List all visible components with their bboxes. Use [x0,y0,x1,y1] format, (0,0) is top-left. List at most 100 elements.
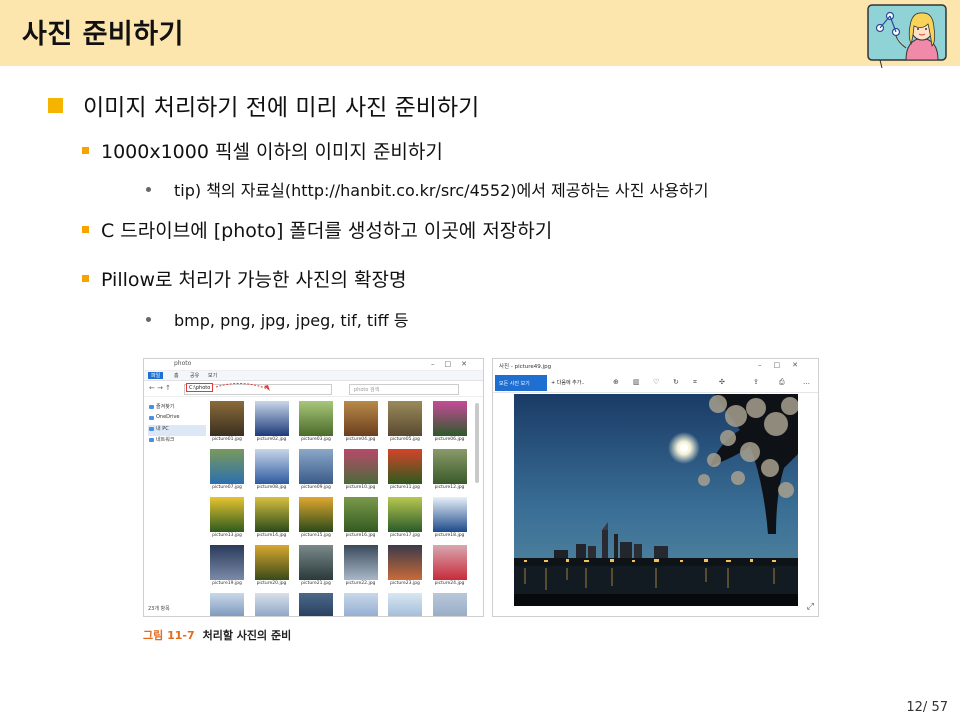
thumbnail-image [299,545,333,580]
bullet-text: tip) 책의 자료실(http://hanbit.co.kr/src/4552… [174,181,709,200]
thumbnail-image [299,497,333,532]
bullet-level2: C 드라이브에 [photo] 폴더를 생성하고 이곳에 저장하기 [82,216,552,243]
night-cityscape-photo [514,394,798,606]
thumbnail-image [388,497,422,532]
thumbnail-item: picture19.jpg [210,545,244,586]
thumbnail-image [343,449,378,484]
figure-caption: 그림 11-7 처리할 사진의 준비 [143,627,291,643]
thumbnail-filename: picture22.jpg [345,581,376,586]
explorer-address-row: ← → ↑ C:\photo photo 검색 [144,381,483,397]
thumbnail-item: picture14.jpg [254,497,289,538]
thumbnail-item [388,593,422,616]
thumbnail-filename: picture09.jpg [301,485,331,490]
thumbnail-item: picture10.jpg [343,449,378,490]
thumbnail-image [388,401,422,436]
thumbnail-item: picture05.jpg [388,401,422,442]
explorer-ribbon: 파일 홈 공유 보기 [144,371,483,381]
bullet-square-icon [82,275,89,282]
print-icon: ⎙ [779,378,785,386]
expand-icon: ⤢ [806,602,814,612]
bullet-level2: 1000x1000 픽셀 이하의 이미지 준비하기 [82,137,443,164]
delete-icon: ▥ [633,378,640,386]
thumbnail-image [432,497,467,532]
file-explorer-screenshot: photo –□✕ 파일 홈 공유 보기 ← → ↑ C:\photo phot… [143,358,484,617]
add-to-button: + 다음에 추가.. [551,380,585,386]
bullet-level2: Pillow로 처리가 가능한 사진의 확장명 [82,265,406,292]
sidebar-item-network: 네트워크 [148,436,206,447]
thumbnail-item: picture16.jpg [343,497,378,538]
thumbnail-item: picture09.jpg [299,449,333,490]
thumbnail-image [210,401,244,436]
search-box: photo 검색 [349,384,459,395]
thumbnail-item: picture06.jpg [432,401,467,442]
sidebar-item-this-pc: 내 PC [148,425,206,436]
slide-title: 사진 준비하기 [22,19,184,50]
thumbnail-filename: picture12.jpg [434,485,465,490]
explorer-title: photo [174,360,192,367]
explorer-sidebar: 즐겨찾기 OneDrive 내 PC 네트워크 [148,403,206,447]
address-path: C:\photo [186,383,214,392]
thumbnail-image [388,449,422,484]
bullet-level3: bmp, png, jpg, jpeg, tif, tiff 등 [146,307,408,331]
bullet-dot-icon [146,316,151,322]
thumbnail-item: picture18.jpg [432,497,467,538]
thumbnail-image [343,401,378,436]
thumbnail-image [432,449,467,484]
viewer-titlebar: 사진 - picture49.jpg –□✕ [493,359,818,374]
thumbnail-item [432,593,467,616]
thumbnail-filename: picture08.jpg [256,485,287,490]
thumbnail-filename: picture13.jpg [212,533,242,538]
nav-arrows-icon: ← → ↑ [149,384,172,392]
bullet-text: bmp, png, jpg, jpeg, tif, tiff 등 [174,311,409,330]
red-arrow-icon [215,383,270,391]
thumbnail-item: picture22.jpg [343,545,378,586]
crop-icon: ⌗ [693,378,697,386]
bullet-dot-icon [146,186,151,192]
thumbnail-item: picture11.jpg [388,449,422,490]
thumbnail-filename: picture14.jpg [256,533,287,538]
share-icon: ⇪ [753,378,759,386]
thumbnail-filename: picture24.jpg [434,581,465,586]
thumbnail-image [254,449,289,484]
viewer-title: 사진 - picture49.jpg [499,364,552,370]
thumbnail-filename: picture19.jpg [212,581,242,586]
explorer-scrollbar [475,403,479,483]
ribbon-tab-share: 공유 [190,373,200,379]
thumbnail-item: picture08.jpg [254,449,289,490]
bullet-level3: tip) 책의 자료실(http://hanbit.co.kr/src/4552… [146,177,708,201]
all-photos-button: 모든 사진 보기 [495,375,547,391]
thumbnail-item [210,593,244,616]
thumbnail-item: picture12.jpg [432,449,467,490]
bullet-text: Pillow로 처리가 가능한 사진의 확장명 [101,269,407,291]
mascot-illustration-icon [867,4,947,69]
thumbnail-item: picture02.jpg [254,401,289,442]
thumbnail-item: picture03.jpg [299,401,333,442]
thumbnail-filename: picture11.jpg [390,485,420,490]
bullet-text: 1000x1000 픽셀 이하의 이미지 준비하기 [101,141,443,163]
ribbon-tab-home: 홈 [174,373,179,379]
thumbnail-item: picture20.jpg [254,545,289,586]
zoom-icon: ⊕ [613,378,619,386]
thumbnail-filename: picture06.jpg [434,437,465,442]
thumbnail-image [299,449,333,484]
sidebar-item-onedrive: OneDrive [148,414,206,425]
thumbnail-item [343,593,378,616]
thumbnail-item: picture07.jpg [210,449,244,490]
viewer-toolbar: 모든 사진 보기 + 다음에 추가.. ⊕ ▥ ♡ ↻ ⌗ ✣ ⇪ ⎙ … [493,374,818,393]
figure-number: 그림 11-7 [143,629,195,642]
thumbnail-filename: picture16.jpg [345,533,376,538]
thumbnail-image [210,545,244,580]
thumbnail-item: picture21.jpg [299,545,333,586]
thumbnail-item: picture04.jpg [343,401,378,442]
bullet-text: 이미지 처리하기 전에 미리 사진 준비하기 [83,95,480,121]
thumbnail-image [432,593,467,616]
thumbnail-image [343,545,378,580]
thumbnail-image [254,593,289,616]
thumbnail-item [254,593,289,616]
thumbnail-image [210,593,244,616]
thumbnail-item: picture17.jpg [388,497,422,538]
thumbnail-filename: picture02.jpg [256,437,287,442]
bullet-text: C 드라이브에 [photo] 폴더를 생성하고 이곳에 저장하기 [101,220,553,242]
thumbnail-filename: picture18.jpg [434,533,465,538]
thumbnail-item: picture13.jpg [210,497,244,538]
